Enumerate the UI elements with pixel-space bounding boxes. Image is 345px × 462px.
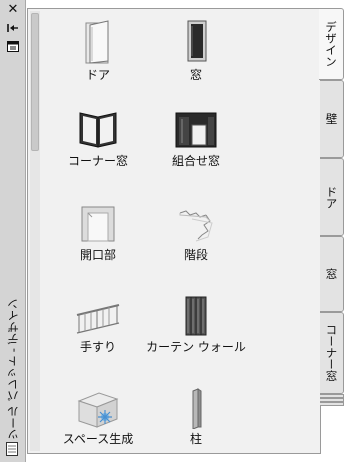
palette-icon <box>6 442 18 456</box>
tool-palette-panel: ドア 窓 コーナー窓 組合せ窓 開口部 階段 手すり カーテン ウォール スペー… <box>27 8 321 454</box>
close-icon[interactable]: ✕ <box>6 3 20 16</box>
tool-label: 窓 <box>189 68 202 82</box>
tab-window[interactable]: 窓 <box>320 236 344 312</box>
tab-stack-edge <box>320 402 344 406</box>
tab-label: 窓 <box>324 268 339 280</box>
tab-label: 壁 <box>324 113 339 125</box>
window-assembly-icon <box>136 101 256 151</box>
tool-stair[interactable]: 階段 <box>136 195 256 264</box>
properties-icon[interactable] <box>6 40 20 52</box>
tool-label: 柱 <box>189 432 202 446</box>
auto-hide-icon[interactable] <box>6 22 20 34</box>
tool-label: 組合せ窓 <box>171 154 220 168</box>
column-icon <box>136 379 256 429</box>
palette-title-bar: ✕ ツール パレット - デザイン <box>0 0 26 462</box>
tab-design[interactable]: デザイン <box>319 8 344 80</box>
tab-door[interactable]: ドア <box>320 158 344 236</box>
tool-window-assembly[interactable]: 組合せ窓 <box>136 101 256 170</box>
tab-corner-window[interactable]: コーナー窓 <box>320 312 344 394</box>
curtain-wall-icon <box>136 287 256 337</box>
palette-tabs: デザイン 壁 ドア 窓 コーナー窓 <box>319 0 345 462</box>
tab-wall[interactable]: 壁 <box>320 80 344 158</box>
tool-curtain-wall[interactable]: カーテン ウォール <box>136 287 256 356</box>
stair-icon <box>136 195 256 245</box>
tab-label: デザイン <box>324 21 338 67</box>
tool-window[interactable]: 窓 <box>136 15 256 84</box>
tab-label: ドア <box>324 185 339 209</box>
window-icon <box>136 15 256 65</box>
tool-label: 階段 <box>183 248 208 262</box>
tool-column[interactable]: 柱 <box>136 379 256 448</box>
tab-label: コーナー窓 <box>324 324 339 382</box>
tool-label: カーテン ウォール <box>146 340 246 354</box>
palette-title: ツール パレット - デザイン <box>6 298 20 440</box>
